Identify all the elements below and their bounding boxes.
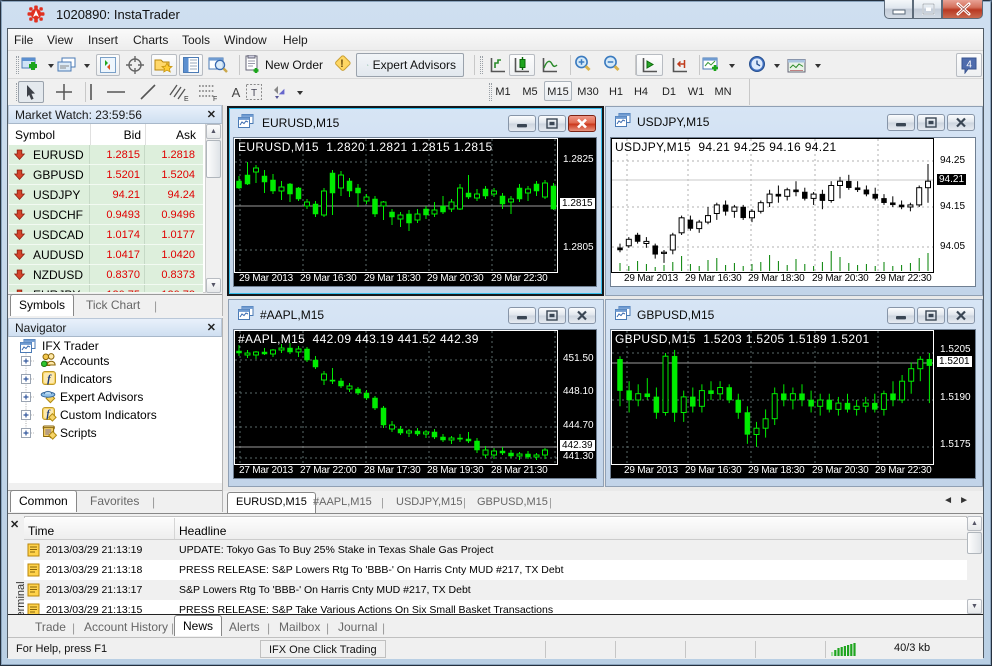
svg-text:!: ! xyxy=(340,58,344,70)
svg-text:4: 4 xyxy=(966,60,972,71)
svg-text:E: E xyxy=(184,96,189,102)
svg-text:T: T xyxy=(251,88,257,99)
svg-text:F: F xyxy=(213,96,217,102)
